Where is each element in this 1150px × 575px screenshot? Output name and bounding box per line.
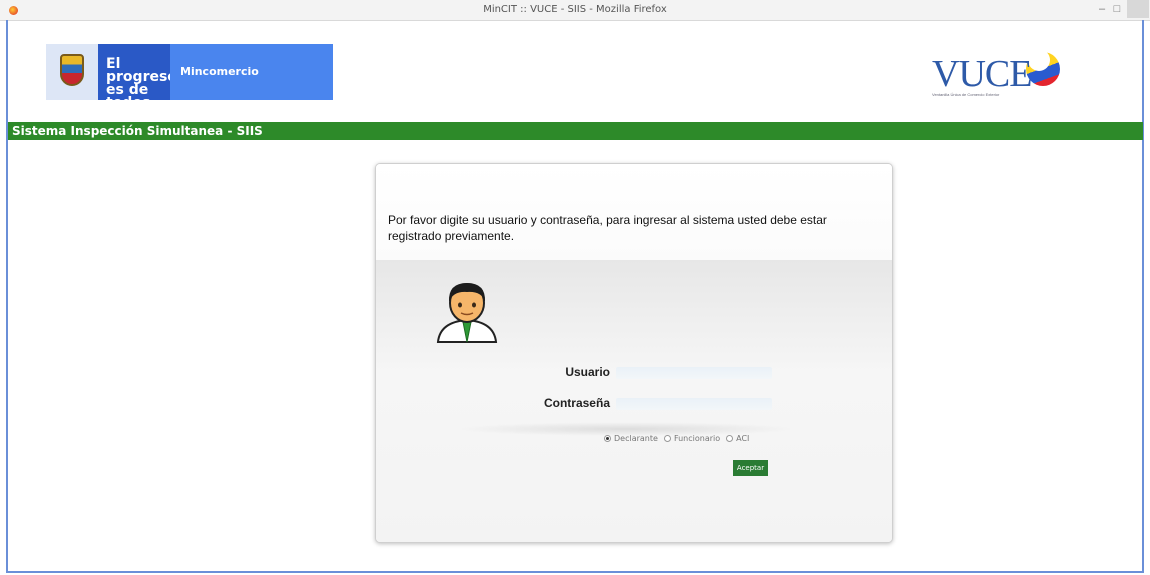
radio-checked-icon[interactable] [604, 435, 611, 442]
maximize-button[interactable]: □ [1110, 0, 1124, 18]
window-title: MinCIT :: VUCE - SIIS - Mozilla Firefox [483, 4, 667, 15]
password-label: Contraseña [543, 396, 610, 410]
vuce-logo-subtitle: Ventanilla Única de Comercio Exterior [932, 92, 1000, 97]
radio-unchecked-icon[interactable] [726, 435, 734, 442]
system-bar: Sistema Inspección Simultanea - SIIS [8, 122, 1143, 140]
radio-unchecked-icon[interactable] [663, 435, 671, 442]
government-banner: El progreso es de todos Mincomercio [46, 44, 333, 110]
login-instructions: Por favor digite su usuario y contraseña… [388, 213, 827, 243]
minimize-button[interactable]: – [1095, 0, 1109, 18]
ministry-name: Mincomercio [170, 44, 333, 100]
close-button[interactable] [1127, 0, 1149, 18]
vuce-logo-text: VUCE [932, 53, 1032, 95]
gov-slogan: El progreso es de todos [98, 44, 177, 110]
login-card-header: Por favor digite su usuario y contraseña… [376, 164, 892, 260]
vuce-logo: VUCE Ventanilla Única de Comercio Exteri… [930, 46, 1070, 102]
role-option-aci[interactable]: ACI [726, 434, 749, 443]
username-input[interactable] [616, 367, 772, 379]
user-avatar-icon [436, 283, 498, 343]
login-card: Por favor digite su usuario y contraseña… [375, 163, 893, 543]
system-title: Sistema Inspección Simultanea - SIIS [12, 124, 263, 138]
card-floor-shadow [456, 422, 796, 436]
password-input[interactable] [616, 398, 772, 410]
accept-button[interactable]: Aceptar [733, 460, 768, 476]
window-titlebar: MinCIT :: VUCE - SIIS - Mozilla Firefox … [0, 0, 1150, 21]
role-label: ACI [736, 434, 750, 443]
colombia-crest-icon [60, 54, 84, 86]
username-label: Usuario [565, 365, 610, 379]
crest-container [46, 44, 98, 100]
